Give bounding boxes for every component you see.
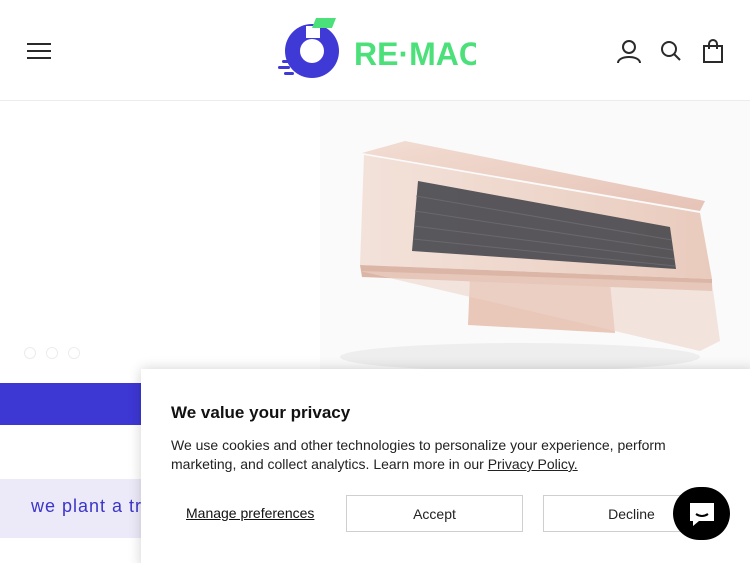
laptop-photo	[320, 101, 750, 383]
privacy-policy-link[interactable]: Privacy Policy.	[488, 456, 578, 472]
cookie-title: We value your privacy	[171, 403, 351, 422]
eco-banner-text: we plant a tre	[31, 496, 154, 516]
slide-dot[interactable]	[25, 348, 35, 358]
account-icon[interactable]	[616, 38, 642, 64]
logo-mark-icon	[278, 18, 339, 78]
cookie-consent-panel: We value your privacy We use cookies and…	[141, 369, 750, 563]
accept-button[interactable]: Accept	[346, 495, 523, 532]
logo-text: RE·MACS	[354, 36, 476, 72]
slide-dot[interactable]	[69, 348, 79, 358]
chat-icon	[689, 502, 714, 526]
hero-slider	[0, 101, 750, 383]
slide-indicators	[25, 348, 79, 358]
search-icon[interactable]	[659, 38, 685, 64]
cookie-body: We use cookies and other technologies to…	[171, 437, 666, 472]
manage-preferences-button[interactable]: Manage preferences	[186, 505, 314, 521]
hamburger-menu-icon[interactable]	[27, 42, 51, 60]
shopping-bag-icon[interactable]	[701, 38, 727, 64]
site-logo[interactable]: RE·MACS	[276, 16, 503, 86]
slide-dot[interactable]	[47, 348, 57, 358]
chat-button[interactable]	[673, 487, 730, 540]
site-header: RE·MACS	[0, 0, 750, 101]
